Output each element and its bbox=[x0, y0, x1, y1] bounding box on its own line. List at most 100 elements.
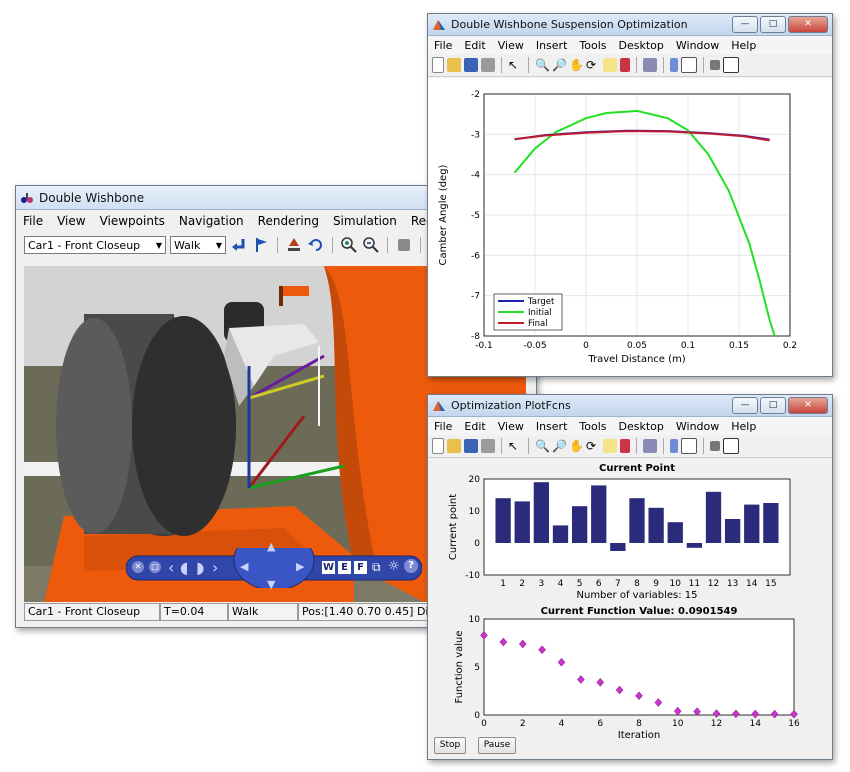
print-icon[interactable] bbox=[481, 58, 495, 72]
figure-toolbar: ↖ 🔍 🔎 ✋ ⟳ bbox=[428, 54, 832, 77]
zoom-out-icon[interactable] bbox=[362, 236, 380, 254]
link-plot-icon[interactable] bbox=[643, 439, 657, 453]
close-button[interactable]: ✕ bbox=[788, 16, 828, 33]
print-icon[interactable] bbox=[481, 439, 495, 453]
navigation-mode-select[interactable]: Walk ▼ bbox=[170, 236, 226, 254]
rotate-3d-icon[interactable]: ⟳ bbox=[586, 439, 600, 453]
viewpoints-icon[interactable]: ⧉ bbox=[372, 560, 381, 575]
pan-icon[interactable]: ✋ bbox=[569, 439, 584, 453]
maximize-button[interactable]: □ bbox=[760, 16, 786, 33]
pause-button[interactable]: Pause bbox=[478, 737, 516, 754]
show-plot-tools-icon[interactable] bbox=[723, 57, 739, 73]
rotate-right-icon[interactable]: ◗ bbox=[196, 558, 204, 577]
menu-simulation[interactable]: Simulation bbox=[326, 214, 404, 228]
menu-view[interactable]: View bbox=[50, 214, 92, 228]
rotate-left-icon[interactable]: ◖ bbox=[180, 558, 188, 577]
colorbar-icon[interactable] bbox=[670, 439, 678, 453]
help-icon[interactable]: ? bbox=[404, 559, 418, 573]
show-plot-tools-icon[interactable] bbox=[723, 438, 739, 454]
current-point-bar bbox=[629, 498, 645, 543]
close-button[interactable]: ✕ bbox=[788, 397, 828, 414]
menu-insert[interactable]: Insert bbox=[530, 39, 574, 52]
move-right-arrow-icon[interactable]: ▶ bbox=[296, 560, 304, 573]
examine-mode-button[interactable]: E bbox=[338, 561, 351, 574]
camber-line-chart[interactable]: -0.1 -0.05 0 0.05 0.1 0.15 0.2 -2 -3 -4 -5 -6 -7 -8 Tr… bbox=[428, 78, 832, 376]
menu-edit[interactable]: Edit bbox=[458, 39, 491, 52]
open-folder-icon[interactable] bbox=[447, 439, 461, 453]
move-up-arrow-icon[interactable]: ▲ bbox=[267, 540, 275, 553]
brush-icon[interactable] bbox=[620, 58, 630, 72]
minimize-nav-icon[interactable]: □ bbox=[149, 561, 161, 573]
menu-view[interactable]: View bbox=[492, 39, 530, 52]
menu-insert[interactable]: Insert bbox=[530, 420, 574, 433]
undo-move-icon[interactable] bbox=[307, 236, 325, 254]
y-tick-label: -6 bbox=[471, 251, 480, 261]
return-arrow-icon[interactable] bbox=[230, 236, 248, 254]
open-folder-icon[interactable] bbox=[447, 58, 461, 72]
data-cursor-icon[interactable] bbox=[603, 439, 617, 453]
new-file-icon[interactable] bbox=[432, 57, 444, 73]
stop-button[interactable]: Stop bbox=[434, 737, 466, 754]
menu-file[interactable]: File bbox=[428, 39, 458, 52]
colorbar-icon[interactable] bbox=[670, 58, 678, 72]
viewpoint-select[interactable]: Car1 - Front Closeup ▼ bbox=[24, 236, 166, 254]
pointer-icon[interactable]: ↖ bbox=[508, 58, 522, 72]
legend-icon[interactable] bbox=[681, 438, 697, 454]
link-plot-icon[interactable] bbox=[643, 58, 657, 72]
toolbar-separator bbox=[636, 438, 637, 454]
fly-mode-button[interactable]: F bbox=[354, 561, 367, 574]
hide-plot-tools-icon[interactable] bbox=[710, 60, 720, 70]
menu-window[interactable]: Window bbox=[670, 420, 725, 433]
zoom-in-icon[interactable]: 🔍 bbox=[535, 439, 550, 453]
close-nav-icon[interactable]: ✕ bbox=[132, 561, 144, 573]
menu-viewpoints[interactable]: Viewpoints bbox=[93, 214, 172, 228]
brush-icon[interactable] bbox=[620, 439, 630, 453]
menu-rendering[interactable]: Rendering bbox=[251, 214, 326, 228]
toolbar-separator bbox=[332, 237, 333, 253]
straighten-icon[interactable] bbox=[285, 236, 303, 254]
walk-mode-button[interactable]: W bbox=[322, 561, 335, 574]
optimization-plots[interactable]: Current Point1 2 3 4 5 6 7 8 9 10 11 12 13 14 1520100-… bbox=[428, 459, 832, 759]
zoom-in-icon[interactable]: 🔍 bbox=[535, 58, 550, 72]
toolbar-separator bbox=[387, 237, 388, 253]
flag-icon[interactable] bbox=[252, 236, 270, 254]
current-point-bar bbox=[552, 525, 569, 543]
menu-view[interactable]: View bbox=[492, 420, 530, 433]
menu-window[interactable]: Window bbox=[670, 39, 725, 52]
zoom-out-icon[interactable]: 🔎 bbox=[552, 58, 567, 72]
menu-desktop[interactable]: Desktop bbox=[613, 39, 670, 52]
menu-help[interactable]: Help bbox=[725, 39, 762, 52]
menu-file[interactable]: File bbox=[428, 420, 458, 433]
menu-edit[interactable]: Edit bbox=[458, 420, 491, 433]
menu-file[interactable]: File bbox=[16, 214, 50, 228]
save-icon[interactable] bbox=[464, 58, 478, 72]
menu-desktop[interactable]: Desktop bbox=[613, 420, 670, 433]
zoom-in-icon[interactable] bbox=[340, 236, 358, 254]
menu-tools[interactable]: Tools bbox=[573, 420, 612, 433]
data-cursor-icon[interactable] bbox=[603, 58, 617, 72]
rotate-3d-icon[interactable]: ⟳ bbox=[586, 58, 600, 72]
headlight-icon[interactable]: ☼ bbox=[388, 559, 400, 574]
slide-left-icon[interactable]: ‹ bbox=[168, 558, 174, 577]
pointer-icon[interactable]: ↖ bbox=[508, 439, 522, 453]
legend-icon[interactable] bbox=[681, 57, 697, 73]
x-tick-label: 0.2 bbox=[783, 341, 797, 351]
maximize-button[interactable]: □ bbox=[760, 397, 786, 414]
slide-right-icon[interactable]: › bbox=[212, 558, 218, 577]
pan-icon[interactable]: ✋ bbox=[569, 58, 584, 72]
menu-navigation[interactable]: Navigation bbox=[172, 214, 251, 228]
y-tick-label: -4 bbox=[471, 171, 480, 181]
y-tick-label: -10 bbox=[465, 571, 480, 581]
zoom-out-icon[interactable]: 🔎 bbox=[552, 439, 567, 453]
hide-plot-tools-icon[interactable] bbox=[710, 441, 720, 451]
menu-help[interactable]: Help bbox=[725, 420, 762, 433]
move-left-arrow-icon[interactable]: ◀ bbox=[240, 560, 248, 573]
x-tick-label: 5 bbox=[577, 579, 583, 589]
move-down-arrow-icon[interactable]: ▼ bbox=[267, 578, 275, 591]
record-icon[interactable] bbox=[395, 236, 413, 254]
minimize-button[interactable]: — bbox=[732, 16, 758, 33]
minimize-button[interactable]: — bbox=[732, 397, 758, 414]
save-icon[interactable] bbox=[464, 439, 478, 453]
menu-tools[interactable]: Tools bbox=[573, 39, 612, 52]
new-file-icon[interactable] bbox=[432, 438, 444, 454]
